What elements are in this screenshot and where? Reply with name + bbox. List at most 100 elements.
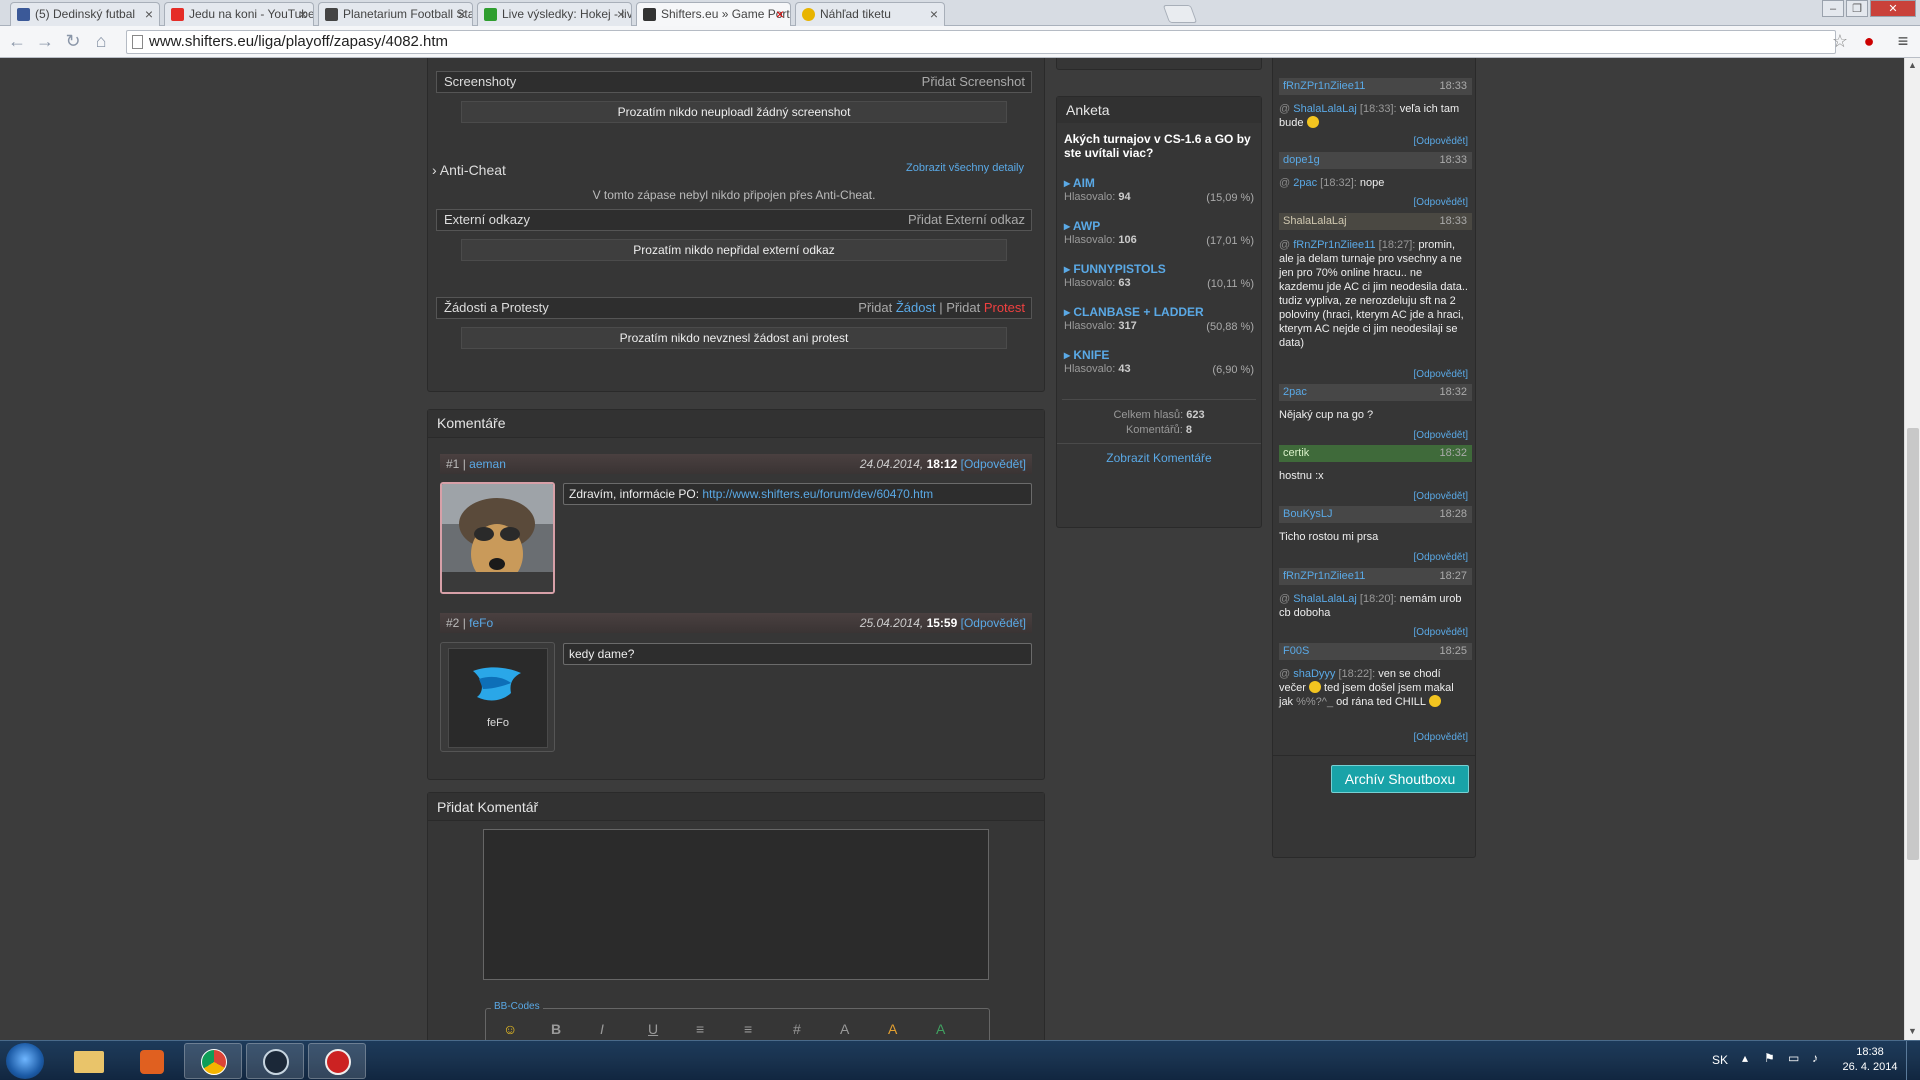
poll-percent: (17,01 %) bbox=[1206, 235, 1254, 247]
clock[interactable]: 18:38 26. 4. 2014 bbox=[1840, 1045, 1900, 1075]
start-button[interactable] bbox=[6, 1043, 44, 1079]
shout-user-link[interactable]: ShalaLalaLaj bbox=[1283, 215, 1347, 227]
network-icon[interactable]: ▭ bbox=[1788, 1051, 1799, 1065]
shout-mention-link[interactable]: fRnZPr1nZiiee11 bbox=[1293, 239, 1375, 251]
language-indicator[interactable]: SK bbox=[1712, 1053, 1728, 1067]
shout-reply-link[interactable]: [Odpovědět] bbox=[1280, 552, 1468, 563]
window-close-button[interactable]: ✕ bbox=[1870, 0, 1916, 17]
page-scrollbar[interactable]: ▲ ▼ bbox=[1904, 58, 1920, 1040]
action-center-icon[interactable]: ⚑ bbox=[1764, 1051, 1775, 1065]
shout-mention-time: [18:33]: bbox=[1359, 103, 1397, 115]
shout-mention-link[interactable]: shaDyyy bbox=[1293, 668, 1335, 680]
restore-button[interactable]: ❐ bbox=[1846, 0, 1868, 17]
shout-user-link[interactable]: fRnZPr1nZiiee11 bbox=[1283, 570, 1365, 582]
color-icon[interactable]: A bbox=[888, 1021, 897, 1037]
hash-icon[interactable]: # bbox=[793, 1021, 801, 1037]
add-screenshot-link[interactable]: Přidat Screenshot bbox=[922, 72, 1025, 92]
comment-author-link[interactable]: feFo bbox=[469, 616, 493, 630]
tab-live-vysledky[interactable]: Live výsledky: Hokej - live × bbox=[477, 2, 632, 26]
volume-icon[interactable]: ♪ bbox=[1812, 1051, 1818, 1065]
align-right-icon[interactable]: ≡ bbox=[744, 1021, 752, 1037]
poll-option[interactable]: ▸ KNIFE Hlasovalo: 43 (6,90 %) bbox=[1064, 348, 1254, 376]
extension-icon[interactable]: ● bbox=[1858, 30, 1880, 52]
shout-text: %%?^_ bbox=[1296, 696, 1334, 708]
shout-user-link[interactable]: BouKysLJ bbox=[1283, 508, 1333, 520]
show-desktop-button[interactable] bbox=[1906, 1041, 1920, 1080]
close-icon[interactable]: × bbox=[145, 3, 153, 25]
size-icon[interactable]: A bbox=[840, 1021, 849, 1037]
media-player-icon bbox=[140, 1050, 164, 1074]
comment-author-link[interactable]: aeman bbox=[469, 457, 506, 471]
comments-header bbox=[428, 410, 1044, 438]
align-center-icon[interactable]: ≡ bbox=[696, 1021, 704, 1037]
add-protest-link[interactable]: Protest bbox=[984, 300, 1025, 315]
comment-textarea[interactable] bbox=[483, 829, 989, 980]
shout-user-link[interactable]: F00S bbox=[1283, 645, 1309, 657]
tab-shifters[interactable]: Shifters.eu » Game Portál × bbox=[636, 2, 791, 26]
steam-taskbar-button[interactable] bbox=[246, 1043, 304, 1079]
bold-icon[interactable]: B bbox=[551, 1021, 561, 1037]
italic-icon[interactable]: I bbox=[600, 1021, 604, 1037]
shout-reply-link[interactable]: [Odpovědět] bbox=[1280, 369, 1468, 380]
shoutbox-archive-button[interactable]: Archív Shoutboxu bbox=[1331, 765, 1469, 793]
app-taskbar-button[interactable] bbox=[308, 1043, 366, 1079]
menu-icon[interactable]: ≡ bbox=[1892, 30, 1914, 52]
forward-icon[interactable]: → bbox=[34, 30, 56, 52]
tab-planetarium[interactable]: Planetarium Football Star × bbox=[318, 2, 473, 26]
shout-user-link[interactable]: fRnZPr1nZiiee11 bbox=[1283, 80, 1365, 92]
back-icon[interactable]: ← bbox=[6, 30, 28, 52]
reply-link[interactable]: [Odpovědět] bbox=[961, 616, 1026, 630]
shout-mention-link[interactable]: ShalaLalaLaj bbox=[1293, 103, 1357, 115]
address-bar[interactable]: www.shifters.eu/liga/playoff/zapasy/4082… bbox=[126, 30, 1836, 54]
shout-mention-link[interactable]: ShalaLalaLaj bbox=[1293, 593, 1357, 605]
new-tab-button[interactable] bbox=[1162, 5, 1198, 23]
poll-option[interactable]: ▸ AWP Hlasovalo: 106 (17,01 %) bbox=[1064, 219, 1254, 247]
media-player-taskbar-button[interactable] bbox=[122, 1043, 180, 1079]
comment-link[interactable]: http://www.shifters.eu/forum/dev/60470.h… bbox=[702, 487, 933, 501]
add-external-link[interactable]: Přidat Externí odkaz bbox=[908, 210, 1025, 230]
shout-user-link[interactable]: dope1g bbox=[1283, 154, 1320, 166]
poll-question: Akých turnajov v CS-1.6 a GO by ste uvít… bbox=[1064, 132, 1251, 160]
home-icon[interactable]: ⌂ bbox=[90, 30, 112, 52]
shout-reply-link[interactable]: [Odpovědět] bbox=[1280, 491, 1468, 502]
avatar[interactable]: feFo bbox=[448, 648, 548, 748]
close-icon[interactable]: × bbox=[617, 3, 625, 25]
smiley-icon[interactable]: ☺ bbox=[503, 1021, 517, 1037]
underline-icon[interactable]: U bbox=[648, 1021, 658, 1037]
tray-expand-icon[interactable]: ▴ bbox=[1742, 1051, 1748, 1065]
divider bbox=[1062, 399, 1256, 400]
close-icon[interactable]: × bbox=[776, 3, 784, 25]
tab-dedinsky-futbal[interactable]: (5) Dedinský futbal × bbox=[10, 2, 160, 26]
shout-mention-link[interactable]: 2pac bbox=[1293, 177, 1317, 189]
shout-user-link[interactable]: certik bbox=[1283, 447, 1309, 459]
poll-option[interactable]: ▸ FUNNYPISTOLS Hlasovalo: 63 (10,11 %) bbox=[1064, 262, 1254, 290]
anticheat-details-link[interactable]: Zobrazit všechny detaily bbox=[906, 162, 1024, 174]
tab-nahlad-tiketu[interactable]: Náhľad tiketu × bbox=[795, 2, 945, 26]
shout-user-link[interactable]: 2pac bbox=[1283, 386, 1307, 398]
shout-reply-link[interactable]: [Odpovědět] bbox=[1280, 732, 1468, 743]
poll-option[interactable]: ▸ CLANBASE + LADDER Hlasovalo: 317 (50,8… bbox=[1064, 305, 1254, 333]
shout-reply-link[interactable]: [Odpovědět] bbox=[1280, 197, 1468, 208]
shout-reply-link[interactable]: [Odpovědět] bbox=[1280, 430, 1468, 441]
tab-youtube[interactable]: Jedu na koni - YouTube × bbox=[164, 2, 314, 26]
scroll-down-icon[interactable]: ▼ bbox=[1908, 1026, 1917, 1036]
add-request-link[interactable]: Žádost bbox=[896, 300, 936, 315]
reload-icon[interactable]: ↻ bbox=[62, 30, 84, 52]
reply-link[interactable]: [Odpovědět] bbox=[961, 457, 1026, 471]
avatar[interactable] bbox=[440, 482, 555, 594]
chrome-taskbar-button[interactable] bbox=[184, 1043, 242, 1079]
star-icon[interactable]: ☆ bbox=[1829, 30, 1851, 52]
minimize-button[interactable]: – bbox=[1822, 0, 1844, 17]
explorer-taskbar-button[interactable] bbox=[60, 1043, 118, 1079]
poll-option-name: KNIFE bbox=[1073, 348, 1110, 362]
shout-reply-link[interactable]: [Odpovědět] bbox=[1280, 136, 1468, 147]
show-poll-comments-link[interactable]: Zobrazit Komentáře bbox=[1057, 451, 1261, 465]
close-icon[interactable]: × bbox=[930, 3, 938, 25]
shout-reply-link[interactable]: [Odpovědět] bbox=[1280, 627, 1468, 638]
link-icon[interactable]: A bbox=[936, 1021, 945, 1037]
close-icon[interactable]: × bbox=[458, 3, 466, 25]
poll-option[interactable]: ▸ AIM Hlasovalo: 94 (15,09 %) bbox=[1064, 176, 1254, 204]
scroll-up-icon[interactable]: ▲ bbox=[1908, 60, 1917, 70]
close-icon[interactable]: × bbox=[299, 3, 307, 25]
scrollbar-thumb[interactable] bbox=[1907, 428, 1919, 860]
